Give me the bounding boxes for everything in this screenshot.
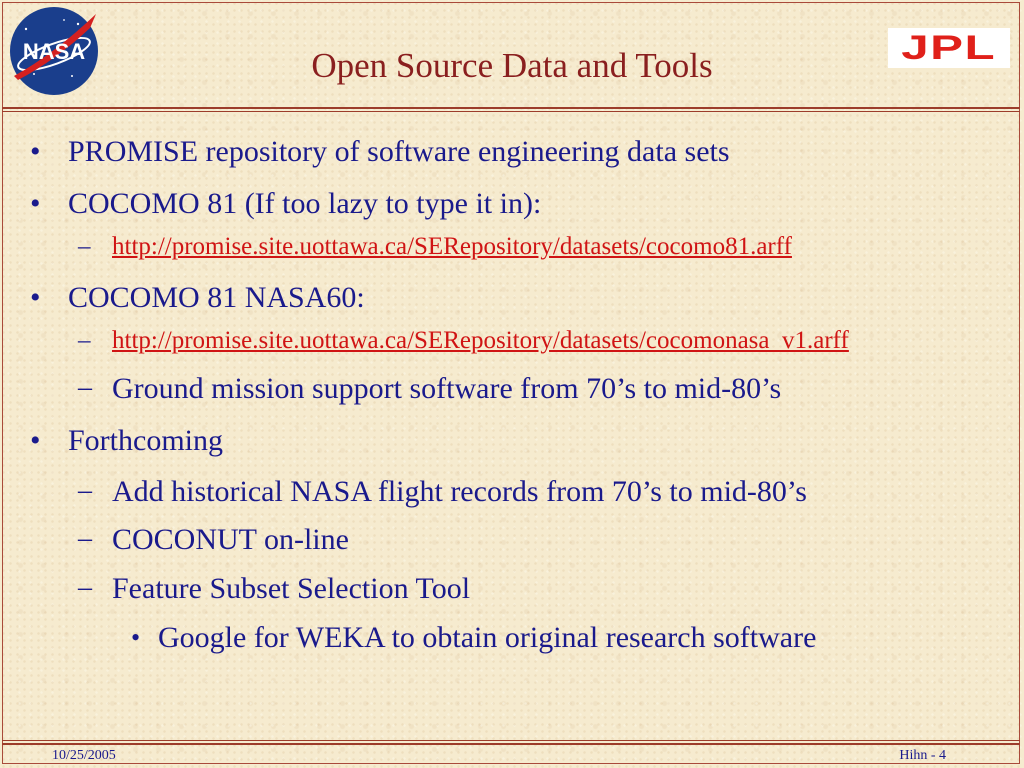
bullet-marker: • <box>30 135 41 168</box>
cocomonasa-arff-link[interactable]: http://promise.site.uottawa.ca/SEReposit… <box>112 327 849 355</box>
bullet-marker: • <box>131 623 141 652</box>
dash-marker: – <box>78 327 91 354</box>
subitem-ground-mission: Ground mission support software from 70’… <box>112 372 782 405</box>
subitem-historical-nasa: Add historical NASA flight records from … <box>112 475 807 508</box>
dash-marker: – <box>78 372 92 403</box>
subitem-feature-subset: Feature Subset Selection Tool <box>112 572 471 605</box>
footer-date: 10/25/2005 <box>52 748 116 763</box>
bullet-cocomo81-nasa60: COCOMO 81 NASA60: <box>68 281 365 314</box>
bullet-marker: • <box>30 187 41 220</box>
footer-page-number: Hihn - 4 <box>899 748 946 763</box>
bullet-marker: • <box>30 424 41 457</box>
cocomo81-arff-link[interactable]: http://promise.site.uottawa.ca/SEReposit… <box>112 233 792 261</box>
dash-marker: – <box>78 475 92 506</box>
dash-marker: – <box>78 572 92 603</box>
bullet-forthcoming: Forthcoming <box>68 424 223 457</box>
dash-marker: – <box>78 523 92 554</box>
subitem-coconut: COCONUT on-line <box>112 523 349 556</box>
bullet-cocomo81: COCOMO 81 (If too lazy to type it in): <box>68 187 542 220</box>
subitem-weka: Google for WEKA to obtain original resea… <box>158 621 817 654</box>
slide-content: • PROMISE repository of software enginee… <box>0 0 1024 768</box>
bullet-marker: • <box>30 281 41 314</box>
dash-marker: – <box>78 233 91 260</box>
footer-rule <box>2 740 1020 745</box>
bullet-promise-repository: PROMISE repository of software engineeri… <box>68 135 730 168</box>
